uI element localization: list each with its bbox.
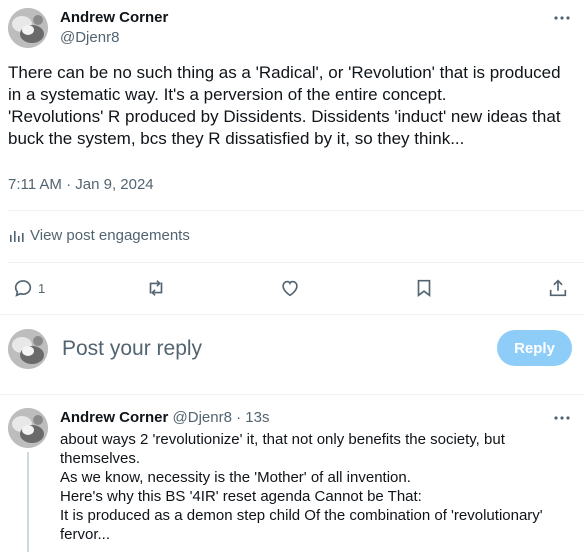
reply-author-meta[interactable]: @Djenr8 · 13s [173, 409, 270, 426]
share-icon [549, 279, 567, 297]
divider [0, 394, 584, 395]
divider [8, 262, 584, 263]
avatar-image [8, 329, 48, 369]
reply-author-avatar[interactable] [8, 408, 48, 448]
analytics-icon [10, 231, 24, 242]
reply-button[interactable]: Reply [497, 330, 572, 366]
composer-avatar[interactable] [8, 329, 48, 369]
divider [0, 314, 584, 315]
more-options-button[interactable] [552, 8, 572, 28]
bookmark-icon [417, 279, 431, 297]
post-timestamp[interactable]: 7:11 AM · Jan 9, 2024 [8, 175, 154, 195]
thread-connector [27, 452, 29, 552]
reply-more-options-button[interactable] [552, 408, 572, 428]
reply-author-name[interactable]: Andrew Corner [60, 409, 168, 426]
post-text: There can be no such thing as a 'Radical… [8, 63, 561, 148]
repost-action[interactable] [145, 276, 167, 300]
bookmark-action[interactable] [413, 276, 435, 300]
engagements-label: View post engagements [30, 227, 190, 244]
heart-icon [282, 280, 298, 297]
reply-icon [14, 280, 32, 297]
reply-input[interactable]: Post your reply [62, 336, 202, 362]
reply-count: 1 [38, 280, 46, 296]
more-horizontal-icon [554, 416, 570, 420]
like-action[interactable] [279, 276, 301, 300]
author-name[interactable]: Andrew Corner [60, 8, 168, 28]
share-action[interactable] [547, 276, 569, 300]
avatar-image [8, 408, 48, 448]
reply-text: about ways 2 'revolutionize' it, that no… [60, 431, 543, 543]
avatar-image [8, 8, 48, 48]
more-horizontal-icon [554, 16, 570, 20]
post-header: Andrew Corner @Djenr8 [60, 8, 168, 48]
author-handle[interactable]: @Djenr8 [60, 28, 168, 48]
repost-icon [149, 280, 163, 296]
reply-action[interactable]: 1 [12, 276, 45, 300]
divider [8, 210, 584, 211]
view-engagements-link[interactable]: View post engagements [8, 226, 190, 246]
reply-header: Andrew Corner @Djenr8 · 13s [60, 408, 269, 428]
author-avatar[interactable] [8, 8, 48, 48]
